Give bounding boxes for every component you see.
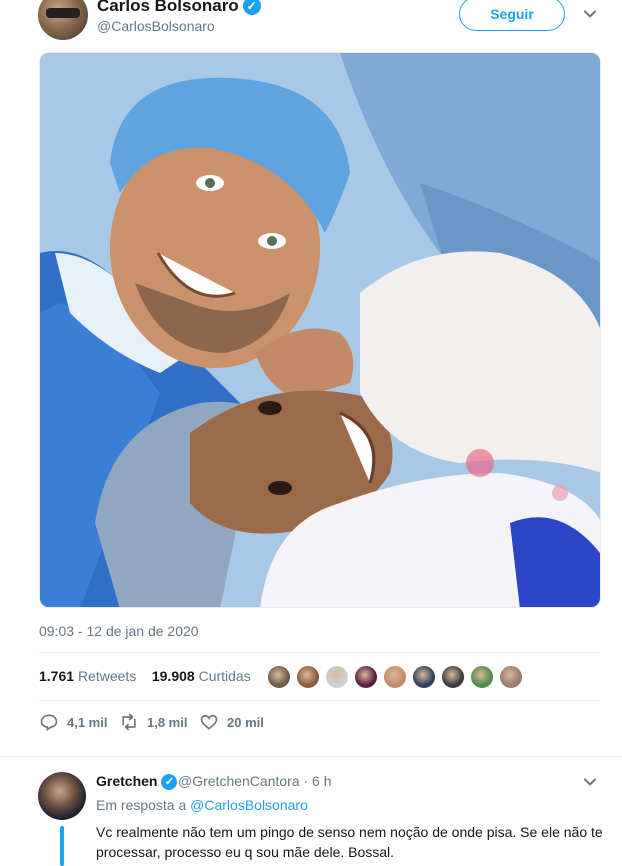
reply-author-avatar[interactable] — [38, 772, 86, 820]
reply-author-name-text: Gretchen — [96, 773, 158, 789]
chevron-down-icon[interactable] — [582, 6, 598, 22]
divider — [39, 700, 600, 701]
liker-avatar[interactable] — [324, 664, 350, 690]
tweet-header: Carlos Bolsonaro ✓ @CarlosBolsonaro Segui… — [0, 0, 622, 48]
liker-avatar[interactable] — [469, 664, 495, 690]
retweets-stat[interactable]: 1.761 Retweets — [39, 668, 136, 684]
retweet-icon — [122, 713, 136, 731]
retweet-button[interactable]: 1,8 mil — [119, 712, 187, 732]
likes-stat[interactable]: 19.908 Curtidas — [152, 668, 251, 684]
likes-count: 19.908 — [151, 668, 195, 684]
likes-label: Curtidas — [198, 668, 251, 684]
liker-avatar[interactable] — [266, 664, 292, 690]
follow-button[interactable]: Seguir — [459, 0, 565, 31]
divider — [0, 756, 622, 757]
reply-to-link[interactable]: @CarlosBolsonaro — [190, 797, 308, 813]
verified-badge-icon: ✓ — [242, 0, 261, 15]
retweets-count: 1.761 — [39, 668, 75, 684]
reply-context: Em resposta a @CarlosBolsonaro — [96, 797, 308, 813]
liker-avatar[interactable] — [295, 664, 321, 690]
reply-author-name[interactable]: Gretchen ✓ — [96, 773, 178, 790]
reply-prefix: Em resposta a — [96, 797, 187, 813]
reply-text: Vc realmente não tem um pingo de senso n… — [96, 824, 603, 860]
author-name[interactable]: Carlos Bolsonaro ✓ — [97, 0, 261, 16]
liker-avatar[interactable] — [411, 664, 437, 690]
photo-image — [40, 53, 600, 607]
author-name-text: Carlos Bolsonaro — [97, 0, 239, 15]
reply-count: 4,1 mil — [67, 714, 108, 730]
reply-button[interactable]: 4,1 mil — [39, 712, 107, 732]
author-handle[interactable]: @CarlosBolsonaro — [97, 18, 215, 34]
like-count: 20 mil — [227, 714, 264, 730]
reply-author-handle[interactable]: @GretchenCantora · 6 h — [178, 773, 332, 789]
retweets-label: Retweets — [77, 668, 137, 684]
heart-icon — [200, 714, 218, 730]
liker-avatar[interactable] — [440, 664, 466, 690]
thread-line — [60, 826, 64, 866]
verified-badge-icon: ✓ — [161, 774, 178, 790]
retweet-count: 1,8 mil — [147, 714, 188, 730]
chevron-down-icon[interactable] — [582, 774, 598, 790]
divider — [39, 652, 600, 653]
tweet-timestamp[interactable]: 09:03 - 12 de jan de 2020 — [39, 623, 199, 639]
liker-avatar[interactable] — [353, 664, 379, 690]
liker-avatar[interactable] — [382, 664, 408, 690]
author-avatar[interactable] — [38, 0, 88, 40]
reply-icon — [40, 714, 58, 732]
liker-avatar[interactable] — [498, 664, 524, 690]
tweet-photo[interactable] — [39, 52, 601, 608]
tweet-stats: 1.761 Retweets 19.908 Curtidas — [39, 668, 251, 684]
like-button[interactable]: 20 mil — [199, 712, 264, 732]
